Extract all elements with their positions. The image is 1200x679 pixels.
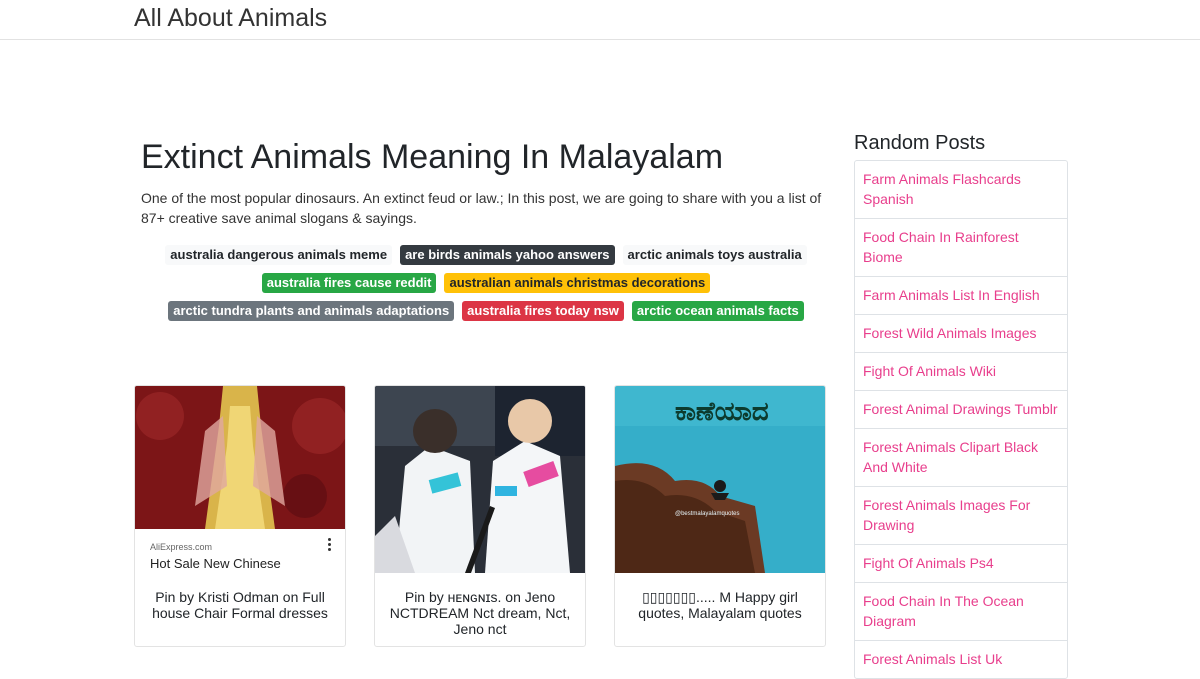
sidebar-post-link[interactable]: Forest Animals Images For Drawing bbox=[855, 486, 1067, 544]
card-caption: Pin by Kristi Odman on Full house Chair … bbox=[152, 589, 328, 621]
image-card[interactable]: Pin by ʜᴇɴɢɴɪs. on Jeno NCTDREAM Nct dre… bbox=[374, 385, 586, 647]
tag-link[interactable]: arctic animals toys australia bbox=[622, 245, 807, 265]
image-credit-text: @bestmalayalamquotes bbox=[675, 511, 740, 517]
sidebar-title: Random Posts bbox=[854, 132, 986, 154]
tag-link[interactable]: arctic ocean animals facts bbox=[631, 301, 804, 321]
sidebar-post-link[interactable]: Food Chain In Rainforest Biome bbox=[855, 218, 1067, 276]
image-card[interactable]: AliExpress.com Hot Sale New Chinese Pin … bbox=[134, 385, 346, 647]
sidebar-post-link[interactable]: Food Chain In The Ocean Diagram bbox=[855, 582, 1067, 640]
image-card[interactable]: ಕಾಣೆಯಾದ @bestmalayalamquotes ▯▯▯▯▯▯▯....… bbox=[614, 385, 826, 647]
site-brand-link[interactable]: All About Animals bbox=[134, 2, 327, 34]
sidebar-post-link[interactable]: Fight Of Animals Ps4 bbox=[855, 544, 1067, 582]
random-posts-list: Farm Animals Flashcards Spanish Food Cha… bbox=[854, 160, 1068, 679]
card-image[interactable]: ಕಾಣೆಯಾದ @bestmalayalamquotes bbox=[615, 386, 825, 573]
sidebar-post-link[interactable]: Farm Animals Flashcards Spanish bbox=[855, 161, 1067, 218]
image-title-text: Hot Sale New Chinese bbox=[150, 556, 281, 571]
sidebar-post-link[interactable]: Forest Animals Clipart Black And White bbox=[855, 428, 1067, 486]
sidebar-post-link[interactable]: Forest Animals List Uk bbox=[855, 640, 1067, 678]
card-caption: ▯▯▯▯▯▯▯..... M Happy girl quotes, Malaya… bbox=[638, 589, 802, 621]
tag-link[interactable]: australia fires today nsw bbox=[462, 301, 624, 321]
sidebar-post-link[interactable]: Farm Animals List In English bbox=[855, 276, 1067, 314]
tag-link[interactable]: australia fires cause reddit bbox=[261, 273, 437, 293]
card-image[interactable]: AliExpress.com Hot Sale New Chinese bbox=[135, 386, 345, 571]
tag-link[interactable]: are birds animals yahoo answers bbox=[400, 245, 615, 265]
tag-link[interactable]: arctic tundra plants and animals adaptat… bbox=[168, 301, 455, 321]
more-options-icon bbox=[328, 538, 332, 553]
post-excerpt: One of the most popular dinosaurs. An ex… bbox=[141, 190, 822, 226]
sidebar-post-link[interactable]: Fight Of Animals Wiki bbox=[855, 352, 1067, 390]
page-title: Extinct Animals Meaning In Malayalam bbox=[141, 138, 724, 176]
navbar: All About Animals bbox=[0, 0, 1200, 40]
sidebar-post-link[interactable]: Forest Wild Animals Images bbox=[855, 314, 1067, 352]
tag-link[interactable]: australia dangerous animals meme bbox=[165, 245, 393, 265]
tag-link[interactable]: australian animals christmas decorations bbox=[444, 273, 711, 293]
tag-list: australia dangerous animals meme are bir… bbox=[141, 245, 831, 321]
image-overlay-text: ಕಾಣೆಯಾದ bbox=[675, 396, 769, 426]
sidebar-post-link[interactable]: Forest Animal Drawings Tumblr bbox=[855, 390, 1067, 428]
card-image[interactable] bbox=[375, 386, 585, 573]
image-source-text: AliExpress.com bbox=[150, 542, 213, 552]
